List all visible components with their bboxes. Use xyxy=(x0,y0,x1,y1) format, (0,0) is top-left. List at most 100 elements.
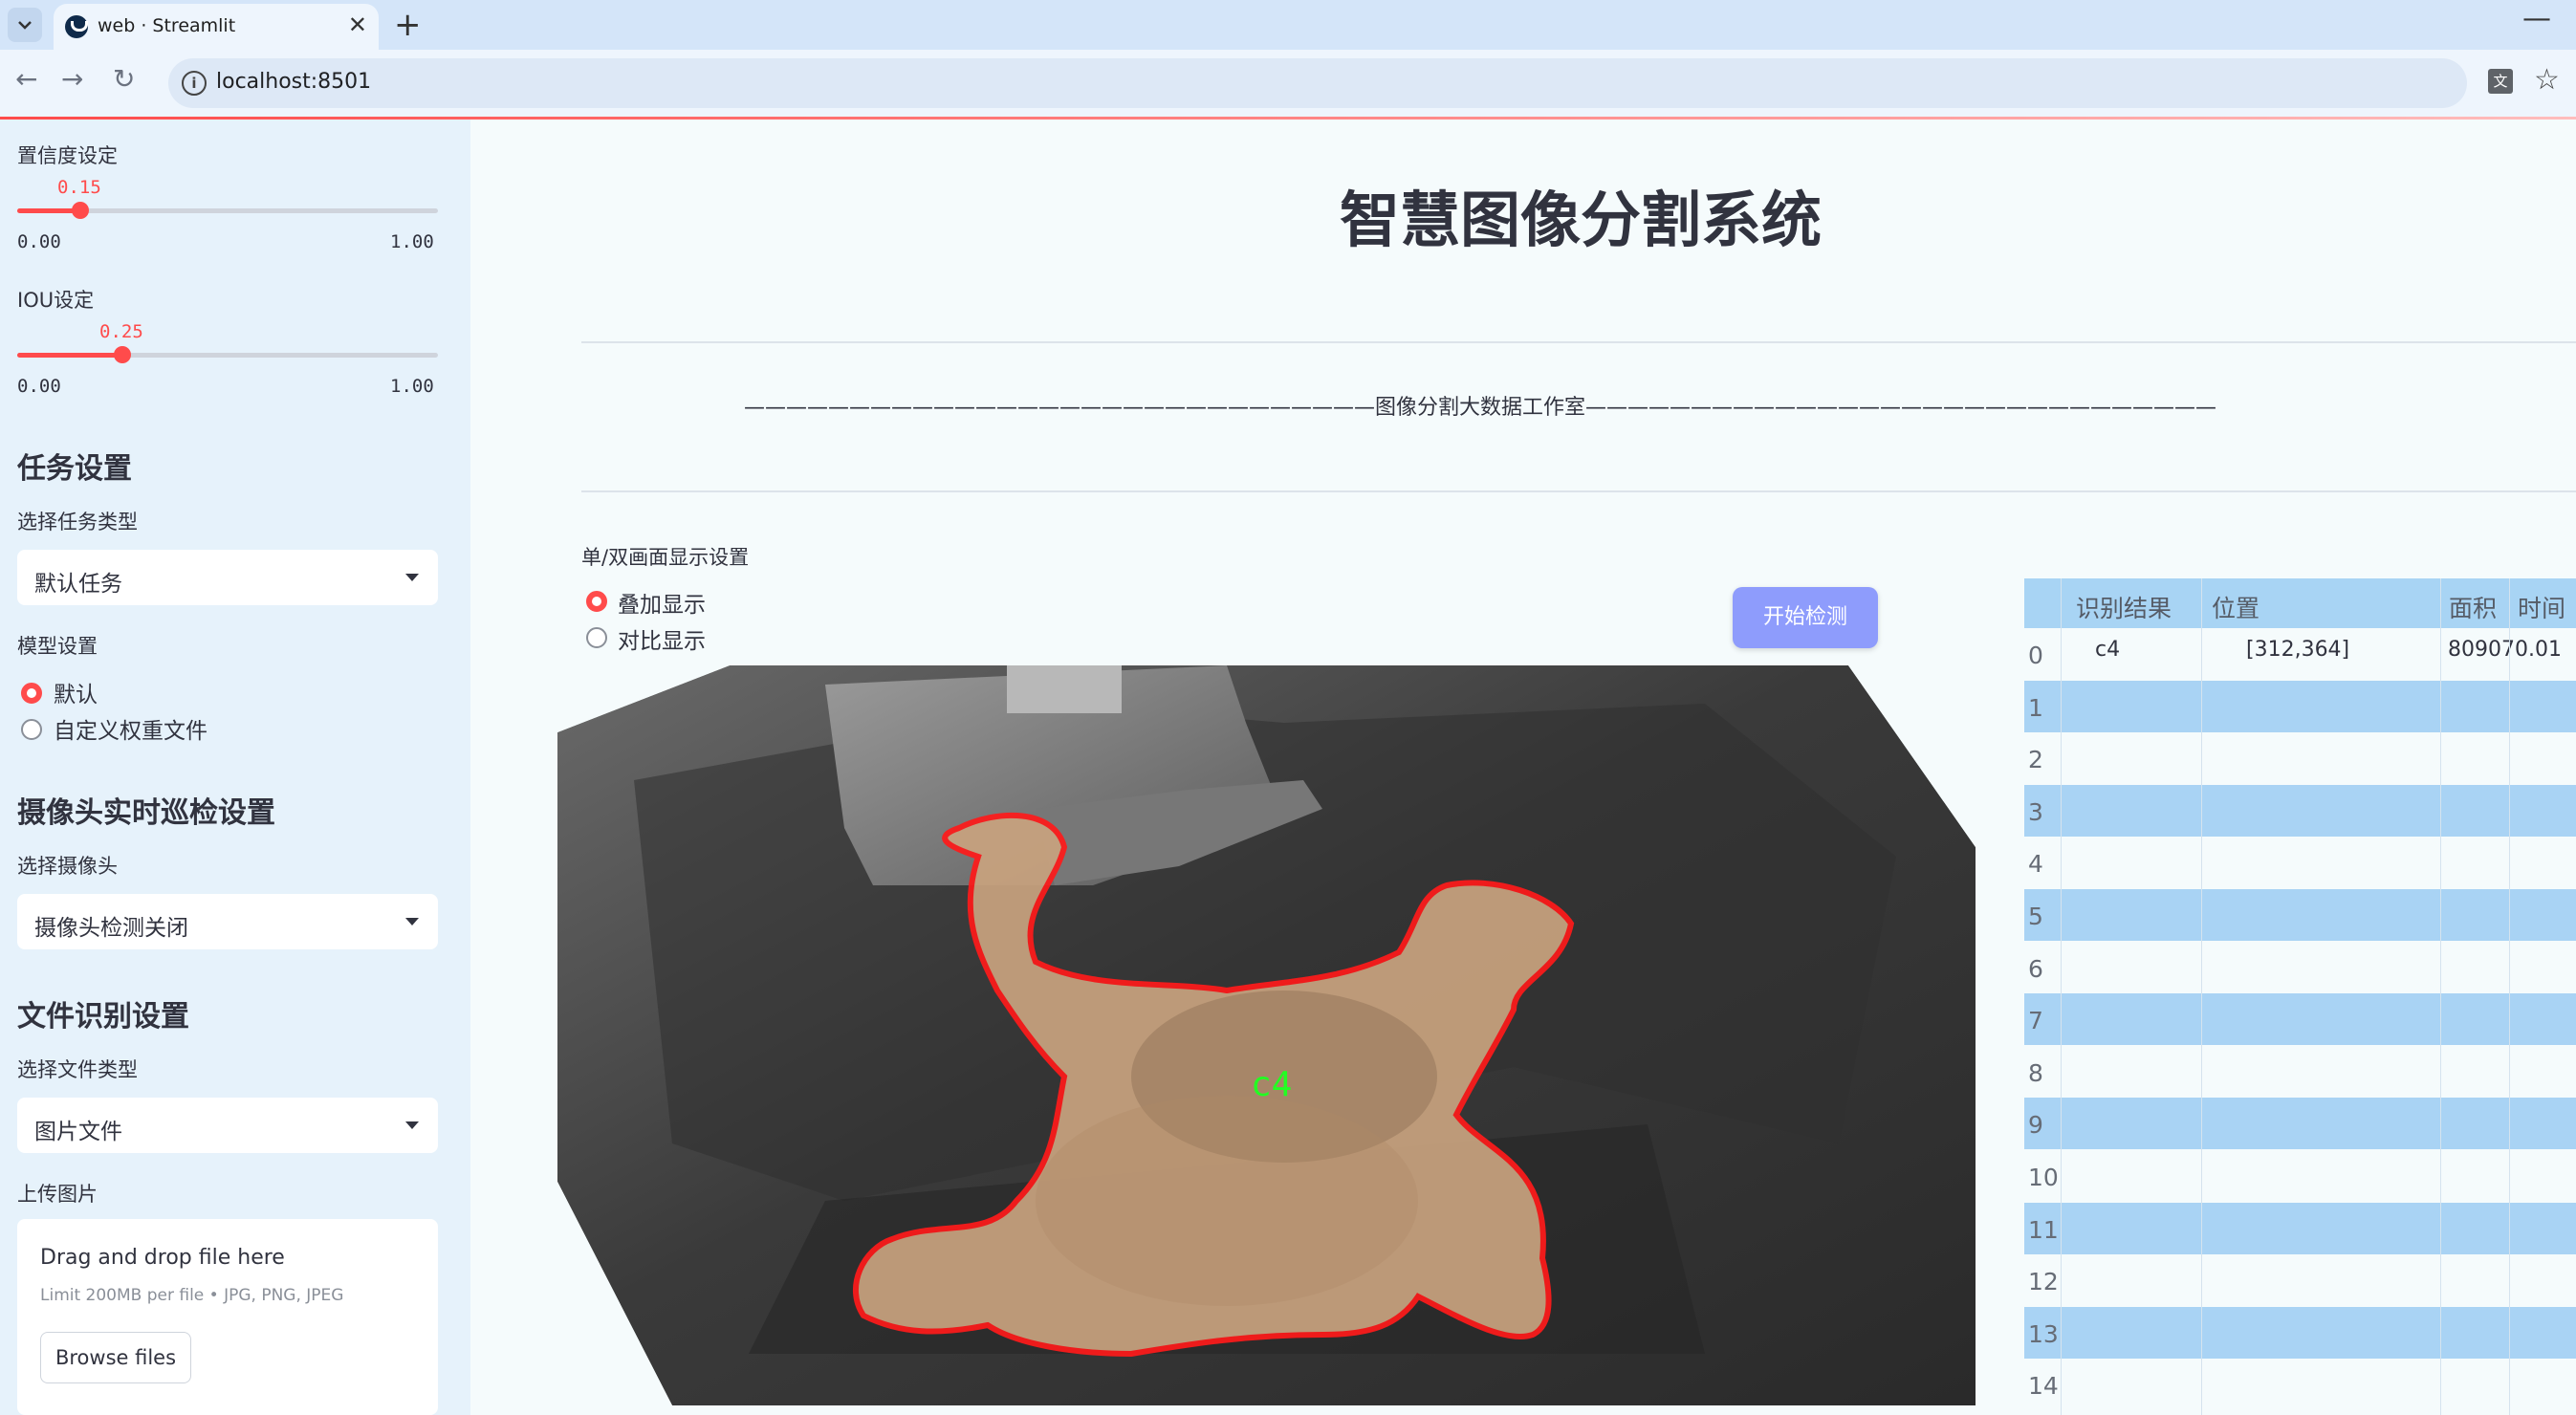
iou-min: 0.00 xyxy=(17,376,61,397)
table-row[interactable]: 2 xyxy=(2024,732,2576,785)
file-settings-header: 文件识别设置 xyxy=(17,1000,189,1034)
table-row[interactable]: 12 xyxy=(2024,1254,2576,1307)
camera-selected: 摄像头检测关闭 xyxy=(34,916,188,941)
row-index: 11 xyxy=(2028,1215,2059,1244)
iou-label: IOU设定 xyxy=(17,289,95,312)
back-arrow-icon[interactable]: ← xyxy=(15,63,37,95)
row-index: 0 xyxy=(2028,642,2043,669)
detection-class-label: c4 xyxy=(1251,1065,1292,1104)
forward-arrow-icon[interactable]: → xyxy=(61,63,83,95)
model-settings-label: 模型设置 xyxy=(17,635,98,658)
cell-position: [312,364] xyxy=(2246,638,2350,662)
reload-icon[interactable]: ↻ xyxy=(113,63,135,95)
column-header-position[interactable]: 位置 xyxy=(2212,590,2259,624)
table-row[interactable]: 14 xyxy=(2024,1359,2576,1411)
column-header-time[interactable]: 时间 xyxy=(2518,590,2565,624)
table-row[interactable]: 5 xyxy=(2024,889,2576,941)
streamlit-favicon-icon xyxy=(65,15,88,38)
new-tab-icon[interactable]: + xyxy=(394,6,422,44)
display-mode-label: 单/双画面显示设置 xyxy=(581,546,750,569)
table-row[interactable]: 9 xyxy=(2024,1098,2576,1150)
studio-divider-text: ——————————————————————————————图像分割大数据工作室… xyxy=(743,396,2216,420)
task-type-label: 选择任务类型 xyxy=(17,511,138,533)
row-index: 8 xyxy=(2028,1058,2043,1087)
tab-title: web · Streamlit xyxy=(98,15,236,36)
table-row[interactable]: 1 xyxy=(2024,680,2576,732)
model-default-radio[interactable] xyxy=(21,683,42,704)
file-uploader-dropzone[interactable]: Drag and drop file here Limit 200MB per … xyxy=(17,1219,438,1415)
file-type-select[interactable]: 图片文件 xyxy=(17,1098,438,1153)
column-header-result[interactable]: 识别结果 xyxy=(2076,590,2172,624)
column-divider xyxy=(2509,578,2510,1415)
task-type-select[interactable]: 默认任务 xyxy=(17,550,438,605)
site-info-icon[interactable]: i xyxy=(182,71,207,96)
iou-slider[interactable] xyxy=(17,346,438,363)
row-index: 5 xyxy=(2028,903,2043,930)
dropzone-limit-text: Limit 200MB per file • JPG, PNG, JPEG xyxy=(40,1286,344,1305)
table-row[interactable]: 11 xyxy=(2024,1202,2576,1254)
tab-search-button[interactable] xyxy=(8,8,42,42)
compare-display-radio[interactable] xyxy=(586,627,607,648)
table-row[interactable]: 8 xyxy=(2024,1045,2576,1098)
cell-time: 0.01 xyxy=(2515,638,2562,662)
camera-settings-header: 摄像头实时巡检设置 xyxy=(17,796,275,830)
row-index: 1 xyxy=(2028,693,2043,722)
omnibox[interactable]: i localhost:8501 xyxy=(168,58,2467,108)
divider-bottom xyxy=(581,490,2576,492)
overlay-display-label[interactable]: 叠加显示 xyxy=(618,586,706,619)
address-bar-row: ← → ↻ i localhost:8501 文 ☆ xyxy=(0,50,2576,117)
chevron-down-icon xyxy=(405,1121,419,1129)
row-index: 14 xyxy=(2028,1372,2059,1401)
row-index: 13 xyxy=(2028,1319,2059,1348)
bookmark-star-icon[interactable]: ☆ xyxy=(2534,63,2560,97)
table-row[interactable]: 6 xyxy=(2024,941,2576,993)
table-row[interactable]: 10 xyxy=(2024,1150,2576,1202)
row-index: 10 xyxy=(2028,1164,2059,1191)
start-detection-button[interactable]: 开始检测 xyxy=(1733,587,1878,648)
chevron-down-icon xyxy=(405,918,419,925)
iou-max: 1.00 xyxy=(390,376,434,397)
model-default-label[interactable]: 默认 xyxy=(54,676,98,708)
compare-display-label[interactable]: 对比显示 xyxy=(618,622,706,655)
table-row[interactable]: 13 xyxy=(2024,1306,2576,1359)
column-header-area[interactable]: 面积 xyxy=(2449,590,2497,624)
url-text[interactable]: localhost:8501 xyxy=(216,70,371,94)
table-row[interactable]: 7 xyxy=(2024,993,2576,1046)
camera-select-label: 选择摄像头 xyxy=(17,855,118,878)
table-row[interactable]: 3 xyxy=(2024,784,2576,837)
results-table[interactable]: 识别结果 位置 面积 时间 0 c4 [312,364] 80907 0.01 1 2 3 4 5… xyxy=(2024,578,2576,1415)
close-tab-icon[interactable]: ✕ xyxy=(348,11,367,38)
iou-value: 0.25 xyxy=(99,321,143,342)
dropzone-title: Drag and drop file here xyxy=(40,1246,285,1270)
row-index: 12 xyxy=(2028,1268,2059,1296)
iou-slider-thumb[interactable] xyxy=(114,346,131,363)
chevron-down-icon xyxy=(405,574,419,581)
model-custom-radio[interactable] xyxy=(21,719,42,740)
file-type-label: 选择文件类型 xyxy=(17,1058,138,1081)
row-index: 7 xyxy=(2028,1007,2043,1035)
chevron-down-icon xyxy=(18,21,32,30)
task-settings-header: 任务设置 xyxy=(17,452,132,486)
row-index: 2 xyxy=(2028,746,2043,774)
file-type-selected: 图片文件 xyxy=(34,1120,122,1144)
cell-result: c4 xyxy=(2095,638,2121,662)
minimize-window-icon[interactable]: — xyxy=(2522,2,2551,35)
browse-files-button[interactable]: Browse files xyxy=(40,1332,191,1383)
segmentation-result-image: c4 xyxy=(557,665,1976,1405)
row-index: 9 xyxy=(2028,1111,2043,1140)
column-divider xyxy=(2440,578,2441,1415)
cell-area: 80907 xyxy=(2448,638,2515,662)
model-custom-label[interactable]: 自定义权重文件 xyxy=(54,712,207,745)
iou-slider-fill xyxy=(17,353,122,358)
row-index: 6 xyxy=(2028,954,2043,983)
task-type-selected: 默认任务 xyxy=(34,572,122,597)
translate-icon[interactable]: 文 xyxy=(2488,69,2513,94)
table-row[interactable]: 4 xyxy=(2024,837,2576,889)
camera-select[interactable]: 摄像头检测关闭 xyxy=(17,894,438,949)
row-index: 4 xyxy=(2028,850,2043,879)
table-row[interactable]: 0 c4 [312,364] 80907 0.01 xyxy=(2024,628,2576,680)
segmentation-scene: c4 xyxy=(557,665,1976,1405)
overlay-display-radio[interactable] xyxy=(586,591,607,612)
browser-tab-bar: web · Streamlit ✕ + — xyxy=(0,0,2576,50)
browser-tab[interactable]: web · Streamlit ✕ xyxy=(54,4,379,50)
